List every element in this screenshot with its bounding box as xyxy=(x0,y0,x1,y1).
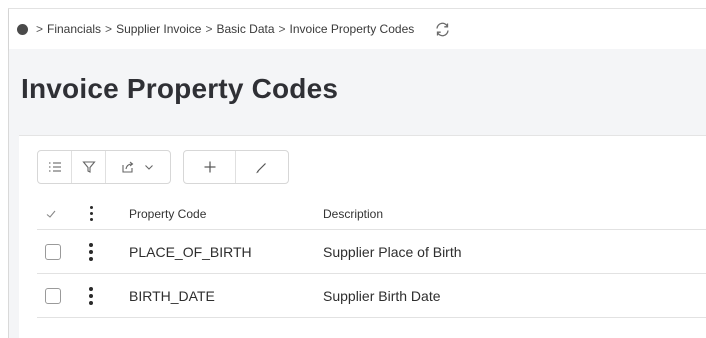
row-checkbox[interactable] xyxy=(45,243,61,260)
chevron-down-icon xyxy=(145,165,153,170)
check-icon[interactable] xyxy=(45,208,57,220)
breadcrumb-item-financials[interactable]: Financials xyxy=(47,22,101,36)
row-menu-cell xyxy=(73,241,109,263)
row-menu-icon[interactable] xyxy=(85,241,97,263)
edit-button[interactable] xyxy=(236,151,288,183)
breadcrumb-item-current: Invoice Property Codes xyxy=(289,22,415,36)
table-toolbar xyxy=(37,150,289,184)
property-code-cell: PLACE_OF_BIRTH xyxy=(129,243,252,260)
export-icon xyxy=(122,161,134,173)
add-icon xyxy=(204,161,215,173)
breadcrumb-separator-icon: > xyxy=(105,22,113,36)
column-header-property-code[interactable]: Property Code xyxy=(109,207,323,221)
row-menu-cell xyxy=(73,285,109,307)
home-icon[interactable] xyxy=(17,23,28,35)
row-select-cell xyxy=(37,243,73,260)
table-row[interactable]: PLACE_OF_BIRTH Supplier Place of Birth xyxy=(37,230,706,274)
refresh-icon[interactable] xyxy=(432,19,452,39)
breadcrumb-separator-icon: > xyxy=(205,22,213,36)
header-menu-cell xyxy=(73,204,109,223)
app-frame: > Financials > Supplier Invoice > Basic … xyxy=(8,8,706,338)
description-cell: Supplier Birth Date xyxy=(323,287,441,304)
filter-button[interactable] xyxy=(72,151,106,183)
page-title: Invoice Property Codes xyxy=(21,73,339,104)
table-row[interactable]: BIRTH_DATE Supplier Birth Date xyxy=(37,274,706,318)
breadcrumb-bar: > Financials > Supplier Invoice > Basic … xyxy=(9,9,706,49)
select-all-cell[interactable] xyxy=(37,208,73,220)
edit-button-group xyxy=(183,150,289,184)
row-checkbox[interactable] xyxy=(45,287,61,304)
column-header-description[interactable]: Description xyxy=(323,207,706,221)
breadcrumb-item-supplier-invoice[interactable]: Supplier Invoice xyxy=(116,22,201,36)
table-header: Property Code Description xyxy=(37,198,706,230)
table-card: Property Code Description PLACE_OF_BIRTH… xyxy=(19,135,706,338)
view-button-group xyxy=(37,150,171,184)
column-menu-icon[interactable] xyxy=(86,204,97,223)
breadcrumb-separator-icon: > xyxy=(278,22,286,36)
description-cell: Supplier Place of Birth xyxy=(323,243,462,260)
row-select-cell xyxy=(37,287,73,304)
list-view-button[interactable] xyxy=(38,151,72,183)
property-code-cell: BIRTH_DATE xyxy=(129,287,215,304)
breadcrumb: > Financials > Supplier Invoice > Basic … xyxy=(32,22,414,36)
row-menu-icon[interactable] xyxy=(85,285,97,307)
breadcrumb-item-basic-data[interactable]: Basic Data xyxy=(216,22,274,36)
export-button[interactable] xyxy=(106,151,170,183)
data-table: Property Code Description PLACE_OF_BIRTH… xyxy=(37,198,706,318)
add-button[interactable] xyxy=(184,151,236,183)
edit-icon xyxy=(256,163,266,174)
breadcrumb-separator-icon: > xyxy=(36,22,44,36)
filter-icon xyxy=(81,161,96,173)
list-view-icon xyxy=(48,162,61,172)
main-content: Invoice Property Codes Property Code Des… xyxy=(9,49,706,338)
